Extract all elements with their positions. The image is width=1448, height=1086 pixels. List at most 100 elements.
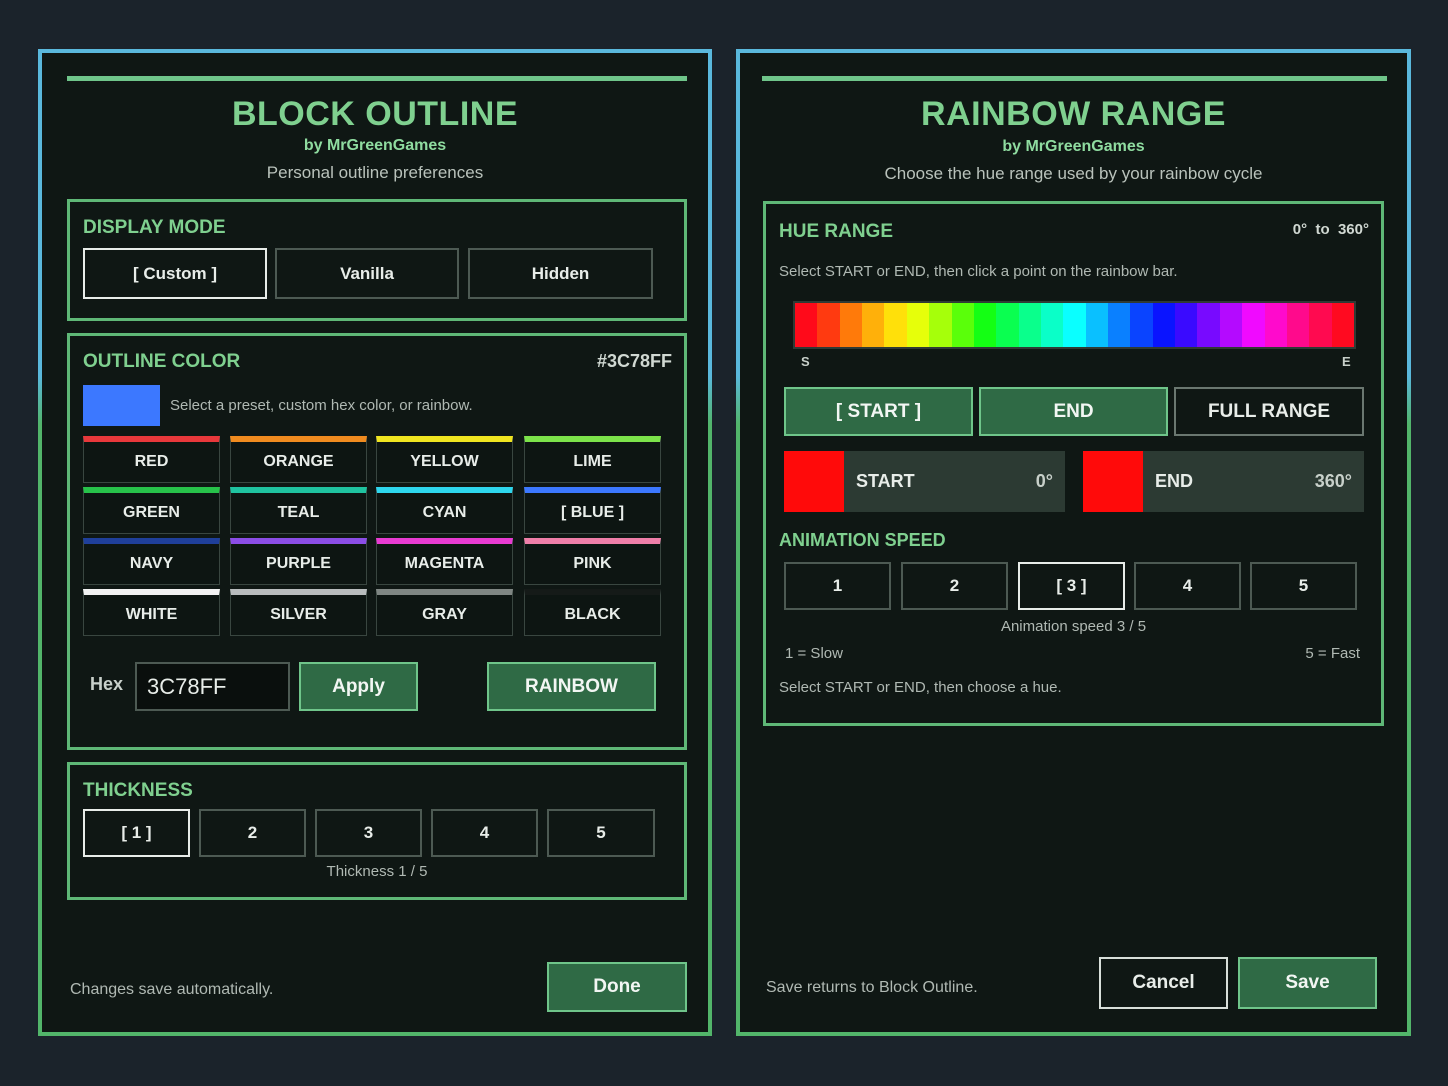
panel-author: by MrGreenGames xyxy=(303,137,447,154)
thickness-option-1[interactable]: [ 1 ] xyxy=(83,809,190,857)
animation-speed-heading: ANIMATION SPEED xyxy=(779,530,946,550)
done-button[interactable]: Done xyxy=(547,962,687,1012)
preset-orange-button[interactable]: ORANGE xyxy=(230,436,367,483)
rainbow-segment[interactable] xyxy=(1264,303,1287,347)
rainbow-segment[interactable] xyxy=(1175,303,1198,347)
hue-range-heading: HUE RANGE xyxy=(779,221,894,242)
preset-gray-button[interactable]: GRAY xyxy=(376,589,513,636)
animation-speed-status: Animation speed 3 / 5 xyxy=(1000,618,1147,635)
rainbow-segment[interactable] xyxy=(1108,303,1131,347)
header-divider xyxy=(762,76,1387,81)
display-mode-heading: DISPLAY MODE xyxy=(83,217,226,238)
thickness-option-5[interactable]: 5 xyxy=(547,809,655,857)
thickness-section: THICKNESS [ 1 ] 2 3 4 5 Thickness 1 / 5 xyxy=(67,762,687,900)
rainbow-segment[interactable] xyxy=(1018,303,1041,347)
preset-pink-button[interactable]: PINK xyxy=(524,538,661,585)
rainbow-segment[interactable] xyxy=(1085,303,1109,347)
rainbow-segment[interactable] xyxy=(1152,303,1176,347)
speed-option-3[interactable]: [ 3 ] xyxy=(1018,562,1125,610)
rainbow-segment[interactable] xyxy=(1286,303,1310,347)
preset-white-button[interactable]: WHITE xyxy=(83,589,220,636)
outline-color-section: OUTLINE COLOR #3C78FF Select a preset, c… xyxy=(67,333,687,750)
end-hue-value: 360° xyxy=(1314,471,1352,491)
speed-option-5[interactable]: 5 xyxy=(1250,562,1357,610)
rainbow-segment[interactable] xyxy=(795,303,818,347)
speed-fast-label: 5 = Fast xyxy=(1305,645,1360,662)
rainbow-button[interactable]: RAINBOW xyxy=(487,662,656,711)
preset-purple-button[interactable]: PURPLE xyxy=(230,538,367,585)
cancel-button[interactable]: Cancel xyxy=(1099,957,1228,1009)
header-divider xyxy=(67,76,687,81)
select-start-button[interactable]: [ START ] xyxy=(784,387,973,436)
rainbow-segment[interactable] xyxy=(1331,303,1354,347)
full-range-button[interactable]: FULL RANGE xyxy=(1174,387,1364,436)
rainbow-segment[interactable] xyxy=(973,303,997,347)
rainbow-segment[interactable] xyxy=(884,303,907,347)
rainbow-segment[interactable] xyxy=(1242,303,1265,347)
hue-range-section: HUE RANGE 0° to 360° Select START or END… xyxy=(763,201,1384,726)
start-hue-value: 0° xyxy=(1035,471,1053,491)
footer-note: Save returns to Block Outline. xyxy=(766,979,978,996)
rainbow-bar[interactable] xyxy=(793,301,1356,349)
block-outline-panel: BLOCK OUTLINE by MrGreenGames Personal o… xyxy=(38,49,712,1036)
end-hue-label: END xyxy=(1155,471,1194,491)
rainbow-segment[interactable] xyxy=(1063,303,1086,347)
end-hue-swatch xyxy=(1083,451,1143,512)
display-mode-custom-button[interactable]: [ Custom ] xyxy=(83,248,267,299)
start-hue-swatch xyxy=(784,451,844,512)
preset-blue-button[interactable]: [ BLUE ] xyxy=(524,487,661,534)
thickness-option-4[interactable]: 4 xyxy=(431,809,538,857)
rainbow-segment[interactable] xyxy=(906,303,930,347)
preset-teal-button[interactable]: TEAL xyxy=(230,487,367,534)
rainbow-range-panel: RAINBOW RANGE by MrGreenGames Choose the… xyxy=(736,49,1411,1036)
rainbow-segment[interactable] xyxy=(839,303,863,347)
current-color-swatch xyxy=(83,385,160,426)
hue-range-hint: Select START or END, then click a point … xyxy=(779,263,1178,280)
rainbow-segment[interactable] xyxy=(1130,303,1153,347)
panel-subtitle: Choose the hue range used by your rainbo… xyxy=(884,164,1263,183)
preset-black-button[interactable]: BLACK xyxy=(524,589,661,636)
hex-label: Hex xyxy=(90,674,124,694)
display-mode-vanilla-button[interactable]: Vanilla xyxy=(275,248,459,299)
speed-option-4[interactable]: 4 xyxy=(1134,562,1241,610)
display-mode-section: DISPLAY MODE [ Custom ] Vanilla Hidden xyxy=(67,199,687,321)
rainbow-segment[interactable] xyxy=(1309,303,1332,347)
speed-instruction: Select START or END, then choose a hue. xyxy=(779,679,1062,696)
preset-lime-button[interactable]: LIME xyxy=(524,436,661,483)
rainbow-segment[interactable] xyxy=(817,303,840,347)
rainbow-segment[interactable] xyxy=(862,303,885,347)
thickness-option-3[interactable]: 3 xyxy=(315,809,422,857)
display-mode-hidden-button[interactable]: Hidden xyxy=(468,248,653,299)
rainbow-segment[interactable] xyxy=(1219,303,1243,347)
preset-navy-button[interactable]: NAVY xyxy=(83,538,220,585)
speed-option-2[interactable]: 2 xyxy=(901,562,1008,610)
hue-range-values: 0° to 360° xyxy=(1292,221,1369,238)
panel-title: BLOCK OUTLINE xyxy=(231,95,519,133)
preset-red-button[interactable]: RED xyxy=(83,436,220,483)
apply-button[interactable]: Apply xyxy=(299,662,418,711)
preset-silver-button[interactable]: SILVER xyxy=(230,589,367,636)
save-button[interactable]: Save xyxy=(1238,957,1377,1009)
thickness-option-2[interactable]: 2 xyxy=(199,809,306,857)
thickness-status: Thickness 1 / 5 xyxy=(326,863,428,880)
select-end-button[interactable]: END xyxy=(979,387,1168,436)
preset-yellow-button[interactable]: YELLOW xyxy=(376,436,513,483)
outline-color-hint: Select a preset, custom hex color, or ra… xyxy=(170,397,473,414)
rainbow-segment[interactable] xyxy=(929,303,952,347)
speed-slow-label: 1 = Slow xyxy=(785,645,843,662)
footer-note: Changes save automatically. xyxy=(70,981,274,998)
start-hue-label: START xyxy=(856,471,915,491)
preset-cyan-button[interactable]: CYAN xyxy=(376,487,513,534)
rainbow-segment[interactable] xyxy=(951,303,974,347)
rainbow-segment[interactable] xyxy=(996,303,1019,347)
preset-green-button[interactable]: GREEN xyxy=(83,487,220,534)
start-hue-box[interactable]: START 0° xyxy=(784,451,1065,512)
rainbow-segment[interactable] xyxy=(1040,303,1064,347)
rainbow-segment[interactable] xyxy=(1197,303,1220,347)
hex-input[interactable]: 3C78FF xyxy=(135,662,290,711)
speed-option-1[interactable]: 1 xyxy=(784,562,891,610)
preset-magenta-button[interactable]: MAGENTA xyxy=(376,538,513,585)
end-hue-box[interactable]: END 360° xyxy=(1083,451,1364,512)
thickness-heading: THICKNESS xyxy=(83,780,193,801)
start-marker: S xyxy=(801,354,810,369)
